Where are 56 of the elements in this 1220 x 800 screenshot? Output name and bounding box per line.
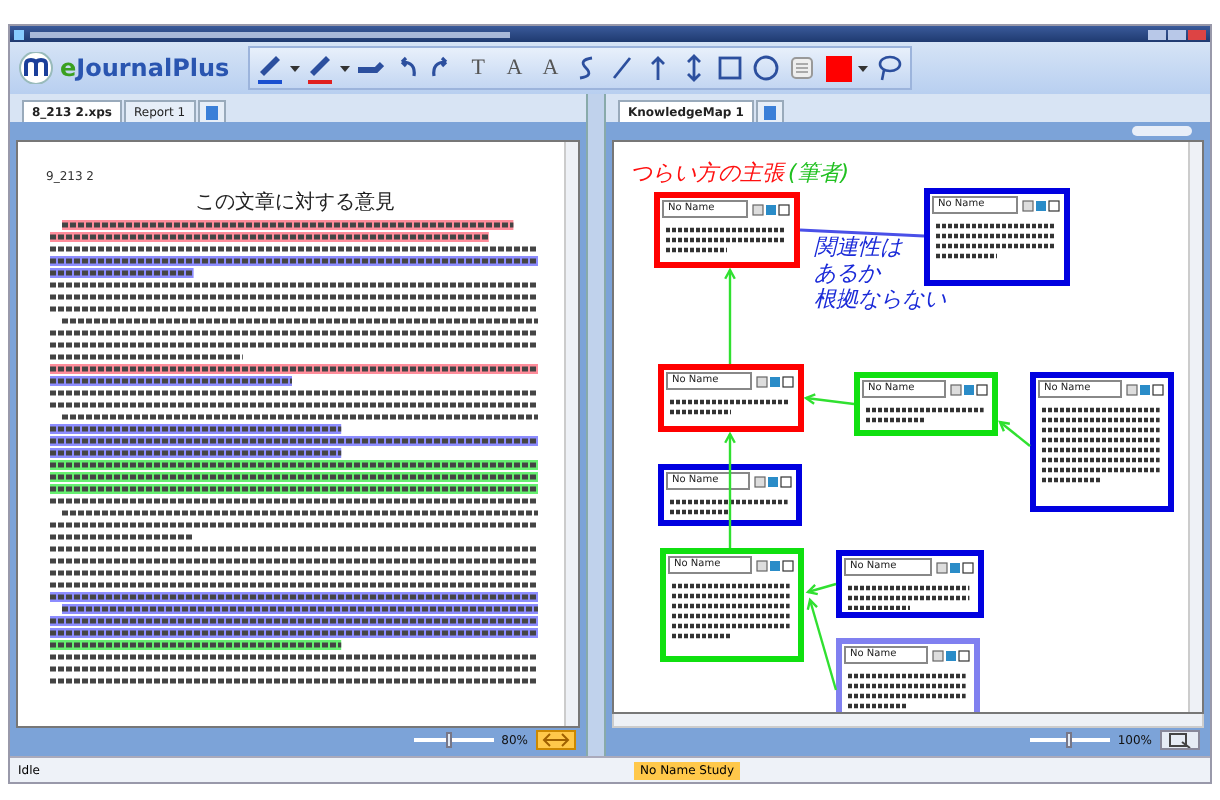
app-logo: eJournalPlus bbox=[60, 54, 230, 82]
handwritten-note: 関連性は bbox=[814, 234, 905, 261]
node-buttons-drawing[interactable] bbox=[1126, 383, 1166, 395]
fit-page-button[interactable] bbox=[1160, 730, 1200, 750]
node-buttons-drawing[interactable] bbox=[754, 475, 794, 487]
scroll-bar[interactable] bbox=[564, 142, 578, 726]
node-buttons-drawing[interactable] bbox=[950, 383, 990, 395]
page-icon bbox=[763, 105, 776, 119]
text-tool[interactable]: A bbox=[497, 50, 532, 86]
window-controls-drawing bbox=[1148, 29, 1206, 39]
note-icon bbox=[788, 54, 817, 82]
pen-tool[interactable] bbox=[303, 50, 338, 86]
pen-tool[interactable] bbox=[253, 50, 288, 86]
connector-arrow bbox=[803, 393, 855, 406]
caret-icon bbox=[289, 63, 300, 73]
node-text-drawing bbox=[666, 494, 794, 518]
lasso-icon bbox=[874, 54, 903, 82]
magnifier-icon bbox=[1168, 732, 1192, 748]
scroll-bar[interactable] bbox=[1188, 142, 1202, 712]
circle-icon bbox=[752, 54, 781, 82]
node-buttons-drawing[interactable] bbox=[936, 561, 976, 573]
text-tool[interactable]: A bbox=[533, 50, 568, 86]
handwritten-note: 根拠ならない bbox=[814, 286, 946, 314]
new-tab-button[interactable] bbox=[755, 100, 784, 122]
handwritten-note: あるか bbox=[814, 260, 883, 287]
logo-icon bbox=[18, 52, 54, 84]
rectangle-icon bbox=[716, 54, 745, 82]
node-text-drawing bbox=[844, 668, 972, 712]
node-buttons-drawing[interactable] bbox=[752, 203, 792, 215]
horizontal-scroll-bar[interactable] bbox=[612, 714, 1204, 728]
pen-icon bbox=[256, 52, 285, 80]
node-buttons-drawing[interactable] bbox=[756, 375, 796, 387]
node-text-drawing bbox=[862, 402, 990, 426]
node-buttons-drawing[interactable] bbox=[756, 559, 796, 571]
line-icon bbox=[608, 54, 637, 82]
document-heading: この文章に対する意見 bbox=[195, 189, 395, 216]
double-arrow-icon bbox=[542, 732, 570, 748]
pen-icon bbox=[306, 52, 335, 80]
app-icon bbox=[14, 29, 24, 39]
node-text-drawing bbox=[668, 578, 796, 642]
connector-arrow bbox=[724, 431, 736, 548]
connector-arrow bbox=[724, 267, 736, 364]
connector-arrow bbox=[998, 420, 1031, 447]
node-buttons-drawing[interactable] bbox=[1022, 199, 1062, 211]
link-line bbox=[799, 228, 925, 238]
handwritten-note: (筆者) bbox=[788, 158, 850, 188]
new-tab-button[interactable] bbox=[197, 100, 226, 122]
text-tool[interactable]: T bbox=[461, 50, 496, 86]
circle-tool[interactable] bbox=[749, 50, 784, 86]
caret-icon bbox=[857, 63, 868, 73]
handwritten-note: つらい方の主張 bbox=[630, 158, 784, 188]
node-buttons-drawing[interactable] bbox=[932, 649, 972, 661]
layout-button[interactable] bbox=[1132, 126, 1192, 136]
node-text-drawing bbox=[1038, 402, 1166, 486]
caret-icon bbox=[339, 63, 350, 73]
page-icon bbox=[205, 105, 218, 119]
